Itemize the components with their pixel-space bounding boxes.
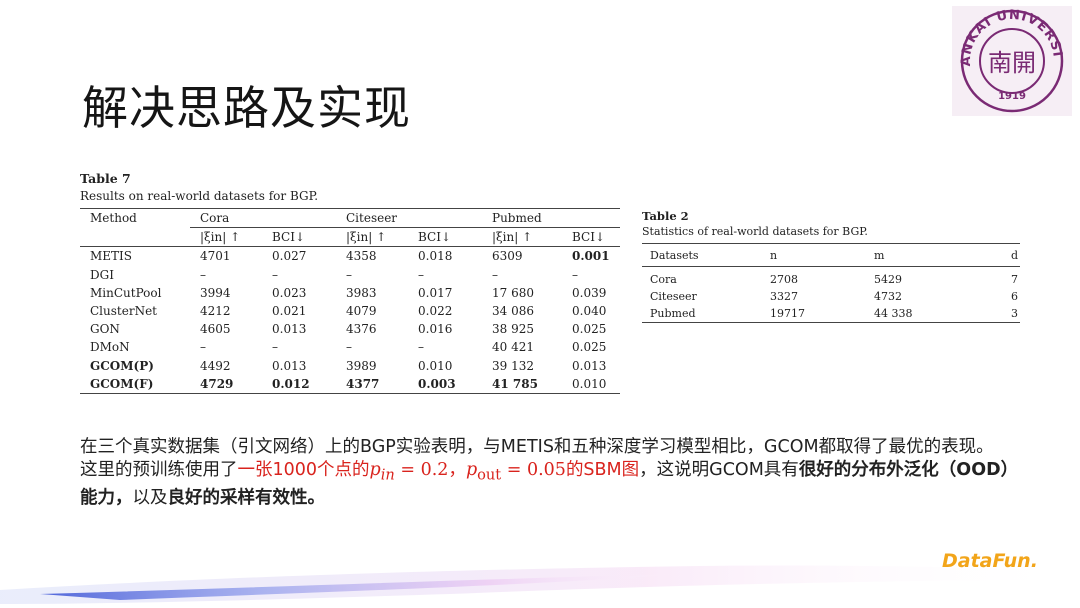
- group-citeseer: Citeseer: [336, 207, 482, 229]
- col-m: m: [866, 243, 974, 267]
- col-n: n: [762, 243, 866, 267]
- table2-caption-number: Table 2: [642, 209, 689, 223]
- table-row: Cora 2708 5429 7: [650, 273, 1018, 286]
- sub-bci: BCI↓: [562, 227, 620, 248]
- sub-bci: BCI↓: [408, 227, 482, 248]
- table7-grid: Method Cora Citeseer Pubmed |ξin| ↑ BCI↓…: [80, 207, 620, 394]
- group-pubmed: Pubmed: [482, 207, 620, 229]
- table-row: ClusterNet 4212 0.021 4079 0.022 34 086 0.040: [90, 304, 607, 319]
- table2-caption-text: Statistics of real-world datasets for BG…: [642, 225, 868, 238]
- table-row: GCOM(F) 4729 0.012 4377 0.003 41 785 0.010: [80, 374, 620, 394]
- table-row: MinCutPool 3994 0.023 3983 0.017 17 680 0.039: [90, 285, 607, 300]
- table-2: Table 2 Statistics of real-world dataset…: [642, 208, 1020, 323]
- page-title: 解决思路及实现: [82, 81, 411, 135]
- col-d: d: [974, 243, 1020, 267]
- sub-bci: BCI↓: [262, 227, 336, 248]
- table7-caption-number: Table 7: [80, 171, 131, 186]
- svg-text:1919: 1919: [998, 91, 1026, 102]
- table-row: DMoN – – – –40 421 0.025: [90, 340, 607, 355]
- sub-xi: |ξin| ↑: [190, 227, 262, 248]
- col-method: Method: [80, 207, 190, 228]
- table-row: Pubmed 19717 44 338 3: [642, 305, 1020, 323]
- table-row: Citeseer 3327 4732 6: [650, 290, 1018, 303]
- svg-text:南開: 南開: [988, 49, 1036, 77]
- datafun-logo: DataFun.: [942, 550, 1038, 572]
- table-row: GON 4605 0.013 4376 0.016 38 925 0.025: [90, 322, 607, 337]
- decorative-wave: [0, 565, 1080, 604]
- nankai-university-logo: NANKAI UNIVERSITY 1919 南開: [952, 6, 1072, 116]
- body-text: 在三个真实数据集（引文网络）上的BGP实验表明，与METIS和五种深度学习模型相…: [80, 436, 1020, 510]
- sub-xi: |ξin| ↑: [336, 227, 408, 248]
- paragraph-1: 在三个真实数据集（引文网络）上的BGP实验表明，与METIS和五种深度学习模型相…: [80, 437, 994, 457]
- table7-caption-text: Results on real-world datasets for BGP.: [80, 189, 319, 203]
- table-row: DGI – – – – – –: [90, 267, 578, 282]
- table-row: GCOM(P) 4492 0.013 3989 0.010 39 132 0.013: [90, 358, 607, 373]
- table2-grid: Datasets n m d Cora 2708 5429 7 Citeseer 332…: [642, 243, 1020, 323]
- table-row: METIS 4701 0.027 4358 0.018 6309 0.001: [90, 249, 610, 264]
- group-cora: Cora: [190, 207, 336, 229]
- paragraph-2: 这里的预训练使用了一张1000个点的pin = 0.2，pout = 0.05的…: [80, 460, 1019, 508]
- sub-xi: |ξin| ↑: [482, 227, 562, 248]
- col-method-blank: [80, 227, 190, 248]
- table-7: Table 7 Results on real-world datasets f…: [80, 170, 622, 394]
- col-datasets: Datasets: [642, 243, 762, 267]
